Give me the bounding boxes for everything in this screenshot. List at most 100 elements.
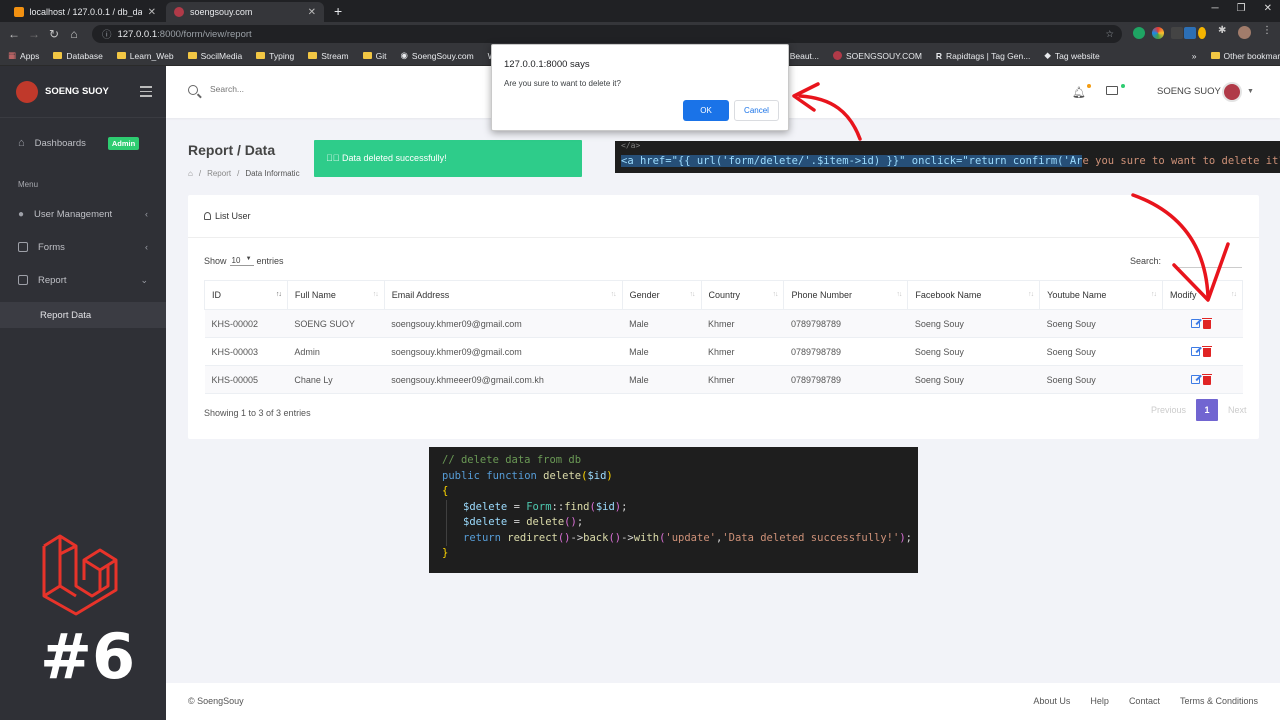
bookmark-label: Other bookmarks <box>1223 50 1280 61</box>
bookmark-apps[interactable]: ▦ Apps <box>8 50 39 61</box>
trash-icon[interactable] <box>1201 345 1212 357</box>
edit-icon[interactable] <box>1190 374 1200 384</box>
episode-number: #6 <box>40 620 136 693</box>
bookmark-link[interactable]: ◆ Tag website <box>1044 50 1099 61</box>
tab-title: localhost / 127.0.0.1 / db_dashbo <box>29 7 142 17</box>
bookmark-link[interactable]: SOENGSOUY.COM <box>833 51 922 61</box>
footer-link-terms[interactable]: Terms & Conditions <box>1180 696 1258 706</box>
cancel-button[interactable]: Cancel <box>734 100 779 121</box>
mail-icon[interactable] <box>1106 86 1118 95</box>
bookmark-link[interactable]: R Rapidtags | Tag Gen... <box>936 51 1030 61</box>
column-header-phone[interactable]: Phone Number ↑↓ <box>783 280 909 310</box>
column-header-gender[interactable]: Gender ↑↓ <box>621 280 702 310</box>
report-icon <box>18 275 28 285</box>
extension-icon[interactable] <box>1171 27 1183 39</box>
trash-icon[interactable] <box>1201 317 1212 329</box>
column-header-facebook[interactable]: Facebook Name ↑↓ <box>907 280 1041 310</box>
pagination-next[interactable]: Next <box>1228 405 1247 415</box>
sidebar-item-forms[interactable]: Forms ‹ <box>0 235 166 259</box>
entries-select[interactable]: 10 ▼ <box>229 256 254 266</box>
entries-label: entries <box>256 256 284 266</box>
table-row: KHS-00005 Chane Ly soengsouy.khmeeer09@g… <box>204 365 1243 394</box>
phpmyadmin-icon <box>14 7 24 17</box>
close-tab-icon[interactable]: ✕ <box>308 7 316 18</box>
sidebar-subitem-report-data[interactable]: Report Data <box>0 302 166 328</box>
hamburger-menu-icon[interactable] <box>140 86 152 100</box>
notification-bell-icon[interactable]: 🔔︎ <box>1072 86 1086 99</box>
sidebar: SOENG SUOY ⌂ Dashboards Admin Menu ● Use… <box>0 66 166 720</box>
sort-icon: ↑↓ <box>1231 291 1237 298</box>
column-header-country[interactable]: Country ↑↓ <box>700 280 785 310</box>
trash-icon[interactable] <box>1201 373 1212 385</box>
close-window-icon[interactable]: ✕ <box>1264 3 1272 14</box>
browser-tab-active[interactable]: soengsouy.com ✕ <box>166 2 324 22</box>
home-icon[interactable]: ⌂ <box>64 27 84 41</box>
pagination-page-1[interactable]: 1 <box>1196 399 1219 421</box>
bookmark-folder[interactable]: Database <box>53 51 103 61</box>
bookmark-star-icon[interactable]: ☆ <box>1105 29 1114 40</box>
folder-icon <box>187 52 197 59</box>
search-input[interactable] <box>210 84 410 94</box>
bookmarks-overflow[interactable]: » <box>1192 51 1197 61</box>
table-search-input[interactable] <box>1178 267 1242 268</box>
color-extension-icon[interactable] <box>1152 27 1164 39</box>
folder-icon <box>53 52 63 59</box>
column-header-id[interactable]: ID ↑↓ <box>204 280 288 310</box>
minimize-icon[interactable]: ─ <box>1212 3 1219 14</box>
browser-tab-bar: localhost / 127.0.0.1 / db_dashbo ✕ soen… <box>0 0 1280 22</box>
footer-link-contact[interactable]: Contact <box>1129 696 1160 706</box>
caret-down-icon[interactable]: ▼ <box>1247 88 1254 95</box>
grammarly-extension-icon[interactable] <box>1133 27 1145 39</box>
code-block-delete-function: // delete data from db public function d… <box>429 447 918 573</box>
pagination-previous[interactable]: Previous <box>1151 405 1186 415</box>
back-icon[interactable]: ← <box>4 27 24 41</box>
cell-phone: 0789798789 <box>783 337 908 366</box>
brand[interactable]: SOENG SUOY <box>0 66 166 118</box>
extensions-puzzle-icon[interactable]: ✱ <box>1218 25 1230 37</box>
bookmark-folder[interactable]: Other bookmarks <box>1210 50 1280 61</box>
sidebar-item-report[interactable]: Report ⌄ <box>0 268 166 292</box>
edit-icon[interactable] <box>1190 318 1200 328</box>
column-header-modify[interactable]: Modify ↑↓ <box>1162 280 1243 310</box>
code-string: 'Data deleted successfully!' <box>722 531 900 544</box>
footer-link-help[interactable]: Help <box>1090 696 1109 706</box>
bookmark-link[interactable]: ◉ SoengSouy.com <box>401 50 474 61</box>
browser-tab[interactable]: localhost / 127.0.0.1 / db_dashbo ✕ <box>6 2 164 22</box>
breadcrumb-item[interactable]: Report <box>207 169 231 178</box>
ok-button[interactable]: OK <box>683 100 729 121</box>
bookmark-folder[interactable]: SocilMedia <box>187 51 242 61</box>
bookmark-label: » <box>1191 50 1197 61</box>
more-menu-icon[interactable]: ⋮ <box>1262 25 1274 37</box>
code-function: with <box>633 531 660 544</box>
sidebar-item-user-management[interactable]: ● User Management ‹ <box>0 202 166 226</box>
bookmark-folder[interactable]: Stream <box>308 51 349 61</box>
footer-link-about[interactable]: About Us <box>1033 696 1070 706</box>
code-keyword: return <box>463 531 501 544</box>
bookmark-folder[interactable]: Git <box>362 51 387 61</box>
cell-gender: Male <box>622 365 702 394</box>
reload-icon[interactable]: ↻ <box>44 27 64 41</box>
avatar[interactable] <box>1222 82 1242 102</box>
edit-icon[interactable] <box>1190 346 1200 356</box>
column-header-full-name[interactable]: Full Name ↑↓ <box>286 280 385 310</box>
home-icon[interactable]: ⌂ <box>188 169 193 178</box>
extension-icon[interactable] <box>1184 27 1196 39</box>
code-snippet-onclick: </a> <a href="{{ url('form/delete/'.$ite… <box>615 141 1280 173</box>
window-controls: ─ ❐ ✕ <box>1212 3 1272 14</box>
bookmark-folder[interactable]: Typing <box>256 51 294 61</box>
forward-icon[interactable]: → <box>24 27 44 41</box>
sidebar-item-dashboards[interactable]: ⌂ Dashboards Admin <box>0 131 166 155</box>
extension-icon[interactable] <box>1198 27 1206 39</box>
cell-email: soengsouy.khmeeer09@gmail.com.kh <box>384 365 623 394</box>
column-header-youtube[interactable]: Youtube Name ↑↓ <box>1039 280 1163 310</box>
column-header-email[interactable]: Email Address ↑↓ <box>383 280 623 310</box>
folder-icon <box>362 52 372 59</box>
bookmark-link[interactable]: Beaut... <box>790 51 819 61</box>
username[interactable]: SOENG SUOY <box>1157 86 1221 97</box>
url-bar[interactable]: ⓘ 127.0.0.1:8000/form/view/report ☆ <box>92 25 1122 43</box>
bookmark-folder[interactable]: Learn_Web <box>116 51 174 61</box>
profile-avatar[interactable] <box>1238 26 1251 39</box>
close-tab-icon[interactable]: ✕ <box>148 7 156 18</box>
new-tab-icon[interactable]: + <box>334 3 342 19</box>
maximize-icon[interactable]: ❐ <box>1237 3 1246 14</box>
